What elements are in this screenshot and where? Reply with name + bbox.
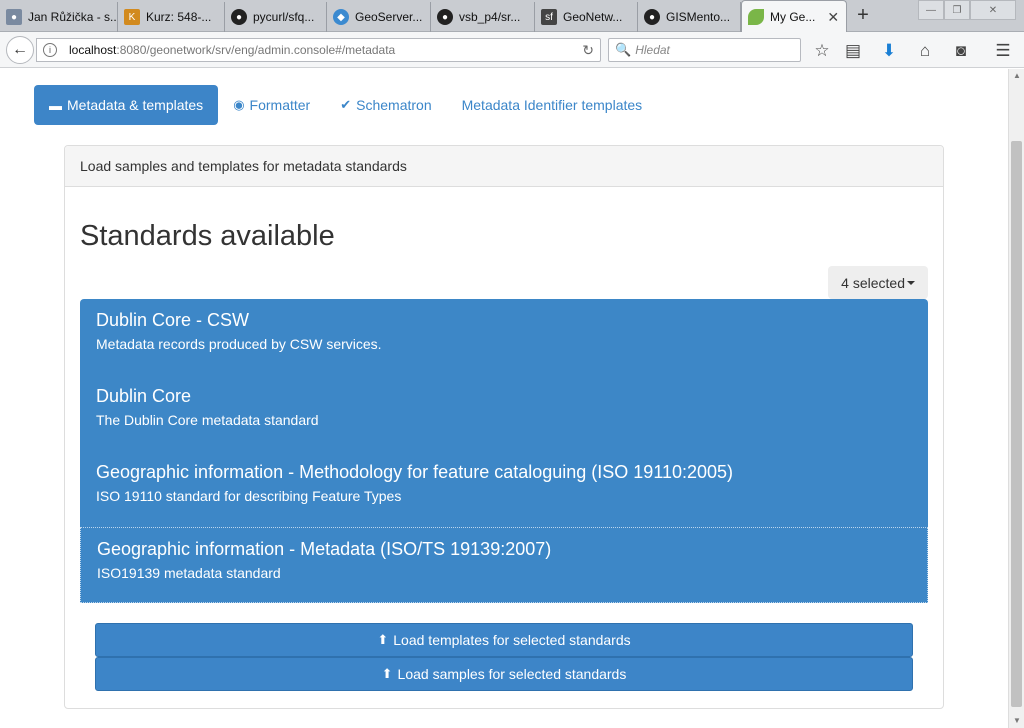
tab-title: vsb_p4/sr... <box>459 10 521 24</box>
standards-panel: Load samples and templates for metadata … <box>64 145 944 709</box>
load-samples-button[interactable]: ⬆ Load samples for selected standards <box>95 657 913 691</box>
url-host: localhost <box>69 43 117 57</box>
tab-label: Metadata Identifier templates <box>461 97 643 113</box>
standard-description: ISO 19110 standard for describing Featur… <box>96 488 402 504</box>
tab-title: Kurz: 548-... <box>146 10 212 24</box>
button-label: Load samples for selected standards <box>397 666 627 682</box>
tab-title: GeoNetw... <box>563 10 623 24</box>
tab-label: Formatter <box>249 97 311 113</box>
search-placeholder: Hledat <box>635 43 670 57</box>
tab-label: Schematron <box>356 97 432 113</box>
browser-tab[interactable]: ● GISMento... <box>638 2 741 32</box>
standard-option[interactable]: Geographic information - Metadata (ISO/T… <box>80 527 928 603</box>
upload-icon: ⬆ <box>377 632 389 647</box>
download-icon[interactable]: ⬇ <box>878 40 900 62</box>
reload-icon[interactable]: ↻ <box>582 42 594 59</box>
search-icon: 🔍 <box>615 42 632 57</box>
tab-schematron[interactable]: ✔ Schematron <box>325 85 446 125</box>
standard-title: Dublin Core - CSW <box>96 310 250 330</box>
sourceforge-icon: sf <box>541 9 557 25</box>
star-icon[interactable]: ☆ <box>811 40 833 62</box>
file-icon: ▬ <box>49 97 62 113</box>
tab-title: GISMento... <box>666 10 731 24</box>
arrow-left-icon: ← <box>12 41 28 58</box>
panel-header: Load samples and templates for metadata … <box>65 146 943 187</box>
github-icon: ● <box>437 9 453 25</box>
back-button[interactable]: ← <box>6 36 34 64</box>
new-tab-button[interactable]: + <box>852 4 874 28</box>
tab-metadata-identifier-templates[interactable]: Metadata Identifier templates <box>447 85 658 125</box>
window-close-button[interactable]: ✕ <box>970 0 1016 20</box>
maximize-button[interactable]: ❐ <box>944 0 970 20</box>
info-icon[interactable]: i <box>43 43 57 57</box>
standard-title: Geographic information - Metadata (ISO/T… <box>97 539 552 559</box>
person-icon: ● <box>6 9 22 25</box>
tab-title: pycurl/sfq... <box>253 10 315 24</box>
upload-icon: ⬆ <box>381 666 393 681</box>
browser-tab[interactable]: ● vsb_p4/sr... <box>431 2 535 32</box>
browser-tab-active[interactable]: My Ge... ✕ <box>741 0 847 33</box>
tab-formatter[interactable]: ◉ Formatter <box>218 85 325 125</box>
tab-title: Jan Růžička - s... <box>28 10 118 24</box>
search-input[interactable]: 🔍 Hledat <box>608 38 801 62</box>
standard-description: The Dublin Core metadata standard <box>96 412 319 428</box>
browser-tab[interactable]: K Kurz: 548-... <box>118 2 225 32</box>
tab-metadata-templates[interactable]: ▬ Metadata & templates <box>34 85 219 125</box>
course-icon: K <box>124 9 140 25</box>
menu-icon[interactable]: ☰ <box>992 40 1014 62</box>
tab-title: My Ge... <box>770 10 816 24</box>
standard-description: Metadata records produced by CSW service… <box>96 336 382 352</box>
scroll-up-icon[interactable]: ▲ <box>1009 69 1024 83</box>
admin-nav-pills: ▬ Metadata & templates ◉ Formatter ✔ Sch… <box>34 85 657 125</box>
github-icon: ● <box>231 9 247 25</box>
browser-tab-bar: ● Jan Růžička - s... K Kurz: 548-... ● p… <box>0 0 1024 33</box>
github-icon: ● <box>644 9 660 25</box>
browser-tab[interactable]: ● pycurl/sfq... <box>225 2 327 32</box>
reading-list-icon[interactable]: ▤ <box>842 40 864 62</box>
browser-tab[interactable]: ◆ GeoServer... <box>327 2 431 32</box>
standards-list[interactable]: Dublin Core - CSW Metadata records produ… <box>80 299 928 603</box>
page-content: ▬ Metadata & templates ◉ Formatter ✔ Sch… <box>0 69 1008 728</box>
standard-description: ISO19139 metadata standard <box>97 565 281 581</box>
standard-option[interactable]: Geographic information - Methodology for… <box>80 451 928 527</box>
scrollbar-thumb[interactable] <box>1011 141 1022 707</box>
load-templates-button[interactable]: ⬆ Load templates for selected standards <box>95 623 913 657</box>
pocket-icon[interactable]: ◙ <box>950 40 972 62</box>
page-title: Standards available <box>80 220 335 252</box>
tab-label: Metadata & templates <box>67 97 204 113</box>
page-scrollbar[interactable]: ▲ ▼ <box>1008 69 1024 728</box>
browser-nav-bar: ← i localhost:8080/geonetwork/srv/eng/ad… <box>0 32 1024 68</box>
button-label: Load templates for selected standards <box>393 632 631 648</box>
url-path: :8080/geonetwork/srv/eng/admin.console#/… <box>116 43 396 57</box>
browser-tab[interactable]: ● Jan Růžička - s... <box>0 2 118 32</box>
url-bar[interactable]: i localhost:8080/geonetwork/srv/eng/admi… <box>36 38 601 62</box>
standard-option[interactable]: Dublin Core The Dublin Core metadata sta… <box>80 375 928 451</box>
tab-title: GeoServer... <box>355 10 423 24</box>
eye-icon: ◉ <box>233 97 245 112</box>
dropdown-label: 4 selected <box>841 274 905 291</box>
caret-down-icon <box>907 280 915 285</box>
close-icon[interactable]: ✕ <box>827 9 839 26</box>
geoserver-icon: ◆ <box>333 9 349 25</box>
standard-title: Geographic information - Methodology for… <box>96 462 734 482</box>
standard-option[interactable]: Dublin Core - CSW Metadata records produ… <box>80 299 928 375</box>
home-icon[interactable]: ⌂ <box>914 40 936 62</box>
selection-dropdown[interactable]: 4 selected <box>828 266 928 299</box>
scroll-down-icon[interactable]: ▼ <box>1009 714 1024 728</box>
check-icon: ✔ <box>340 97 352 112</box>
minimize-button[interactable]: — <box>918 0 944 20</box>
leaf-icon <box>748 9 764 25</box>
browser-tab[interactable]: sf GeoNetw... <box>535 2 638 32</box>
standard-title: Dublin Core <box>96 386 192 406</box>
